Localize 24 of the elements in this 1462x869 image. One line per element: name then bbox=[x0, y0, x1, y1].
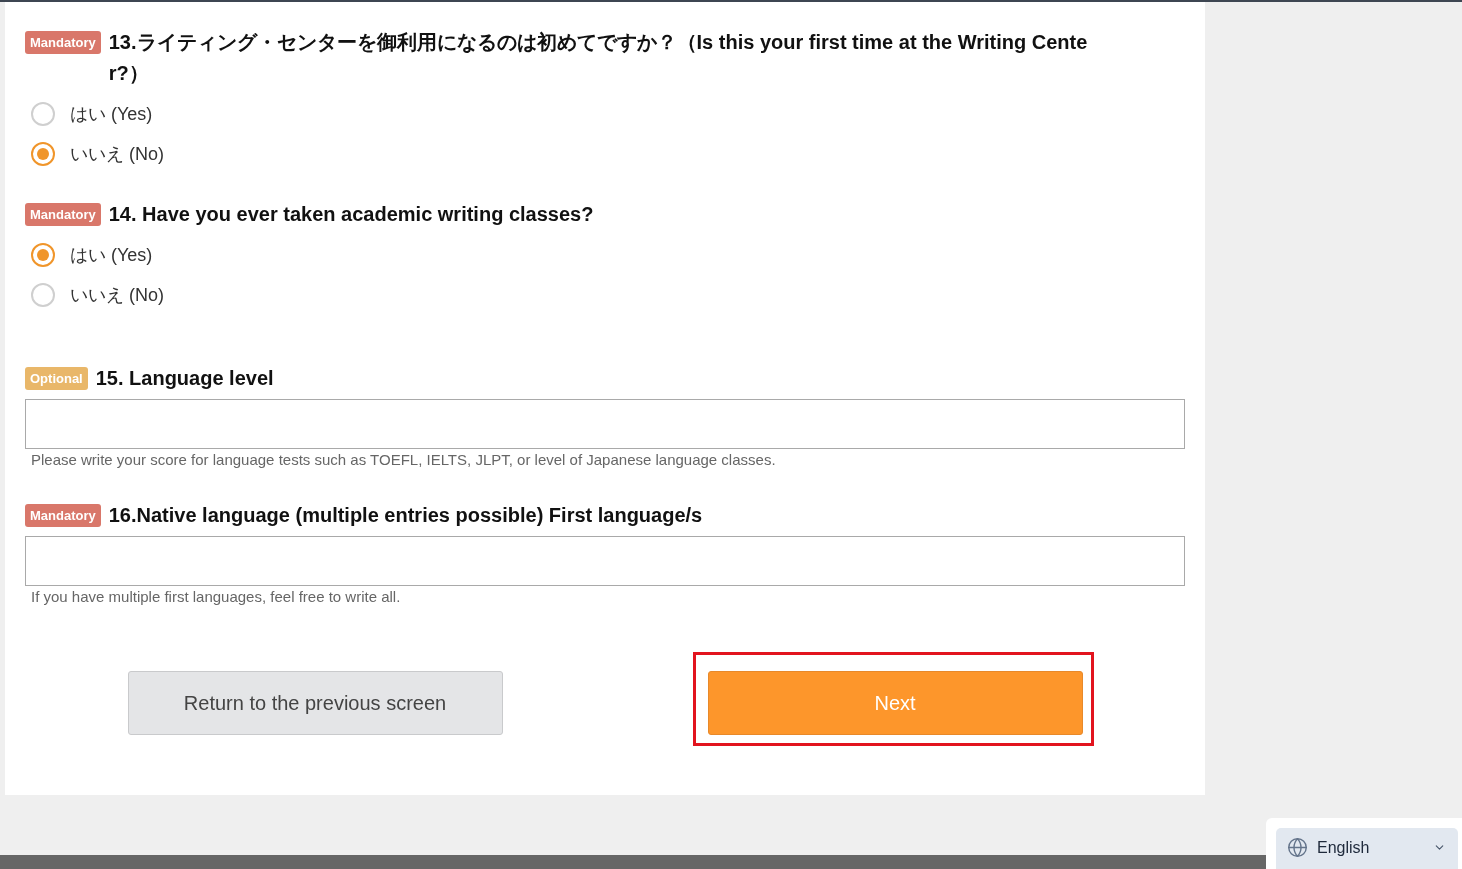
question-title: 16.Native language (multiple entries possible) First language/s bbox=[108, 503, 703, 528]
hint-text: If you have multiple first languages, feel free to write all. bbox=[30, 587, 402, 607]
question-title: 14. Have you ever taken academic writing classes? bbox=[108, 202, 594, 227]
radio-button[interactable] bbox=[31, 102, 55, 126]
hint-text: Please write your score for language tests such as TOEFL, IELTS, JLPT, or level of Japanese language classes. bbox=[30, 450, 777, 470]
return-button[interactable]: Return to the previous screen bbox=[127, 671, 503, 735]
mandatory-tag: Mandatory bbox=[25, 203, 101, 226]
text-input-field[interactable] bbox=[25, 399, 1185, 449]
option-label[interactable]: いいえ (No) bbox=[70, 283, 164, 307]
language-select[interactable]: English bbox=[1276, 828, 1458, 869]
option-label[interactable]: はい (Yes) bbox=[70, 243, 153, 267]
radio-button[interactable] bbox=[31, 283, 55, 307]
radio-button[interactable] bbox=[31, 243, 55, 267]
question-title: 15. Language level bbox=[95, 366, 274, 391]
option-label[interactable]: はい (Yes) bbox=[70, 102, 153, 126]
option-label[interactable]: いいえ (No) bbox=[70, 142, 164, 166]
text-input-field[interactable] bbox=[25, 536, 1185, 586]
radio-button[interactable] bbox=[31, 142, 55, 166]
language-value[interactable]: English bbox=[1317, 837, 1370, 858]
mandatory-tag: Mandatory bbox=[25, 504, 101, 527]
globe-icon bbox=[1287, 837, 1308, 858]
optional-tag: Optional bbox=[25, 367, 88, 390]
question-title: 13.ライティング・センターを御利用になるのは初めてですか？（Is this your first time at the Writing Center?） bbox=[108, 30, 1089, 86]
mandatory-tag: Mandatory bbox=[25, 31, 101, 54]
